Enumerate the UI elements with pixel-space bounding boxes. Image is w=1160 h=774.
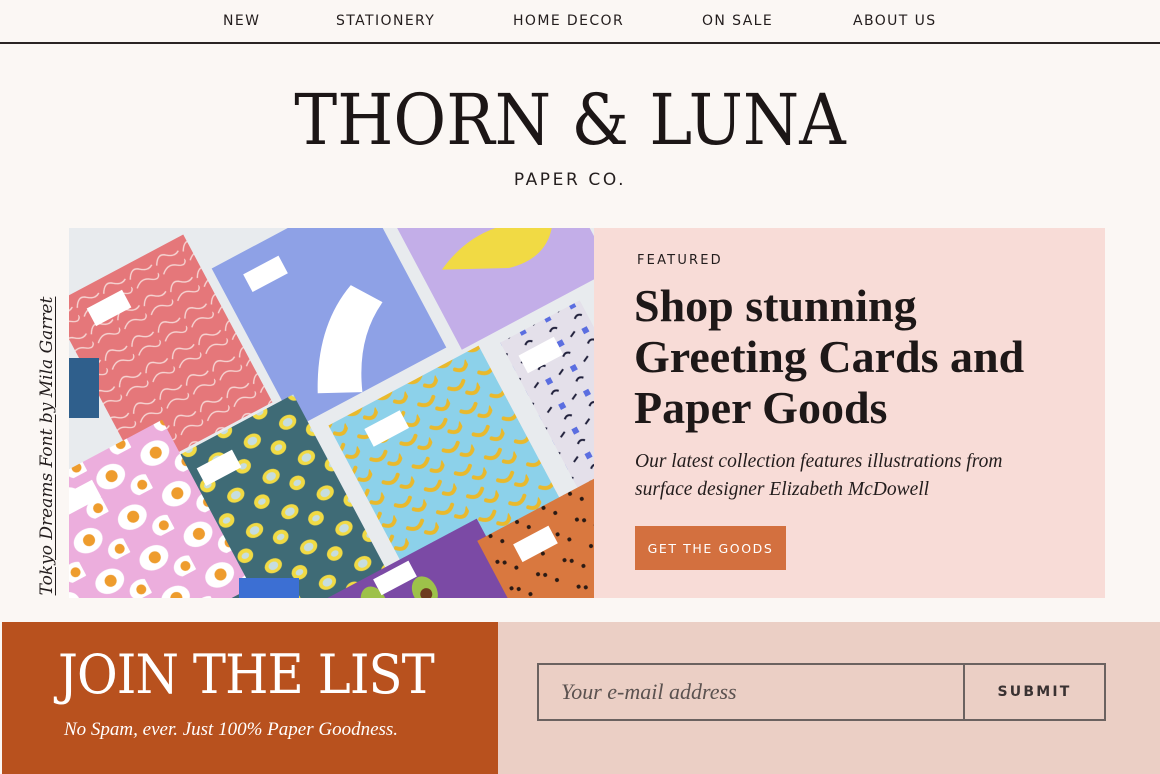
headline-line-2: Greeting Cards and xyxy=(634,331,1025,382)
brand-logo[interactable]: THORN & LUNA xyxy=(294,78,846,162)
font-credit: Tokyo Dreams Font by Mila Garret xyxy=(37,296,57,596)
featured-description: Our latest collection features illustrat… xyxy=(635,448,1075,504)
signup-form: SUBMIT xyxy=(498,622,1160,774)
nav-item-on-sale[interactable]: ON SALE xyxy=(702,13,773,29)
hero-image xyxy=(69,228,594,598)
nav-item-home-decor[interactable]: HOME DECOR xyxy=(513,13,624,29)
description-line-1: Our latest collection features illustrat… xyxy=(635,451,1003,472)
headline-line-1: Shop stunning xyxy=(634,280,917,331)
get-the-goods-button[interactable]: GET THE GOODS xyxy=(635,526,786,570)
newsletter-title: JOIN THE LIST xyxy=(58,643,435,706)
nav-item-stationery[interactable]: STATIONERY xyxy=(336,13,435,29)
nav-item-about-us[interactable]: ABOUT US xyxy=(853,13,937,29)
description-line-2: surface designer Elizabeth McDowell xyxy=(635,479,930,500)
notebooks-illustration xyxy=(69,228,594,598)
featured-eyebrow: FEATURED xyxy=(637,253,723,268)
brand-tagline: PAPER CO. xyxy=(513,170,627,190)
nav-item-new[interactable]: NEW xyxy=(223,13,260,29)
headline-line-3: Paper Goods xyxy=(634,382,888,433)
newsletter-subtitle: No Spam, ever. Just 100% Paper Goodness. xyxy=(64,719,399,740)
featured-headline: Shop stunning Greeting Cards and Paper G… xyxy=(634,280,1094,433)
top-nav: NEW STATIONERY HOME DECOR ON SALE ABOUT … xyxy=(0,0,1160,44)
submit-button[interactable]: SUBMIT xyxy=(963,663,1106,721)
featured-panel: FEATURED Shop stunning Greeting Cards an… xyxy=(594,228,1105,598)
email-input[interactable] xyxy=(537,663,965,721)
newsletter-panel: JOIN THE LIST No Spam, ever. Just 100% P… xyxy=(2,622,498,774)
